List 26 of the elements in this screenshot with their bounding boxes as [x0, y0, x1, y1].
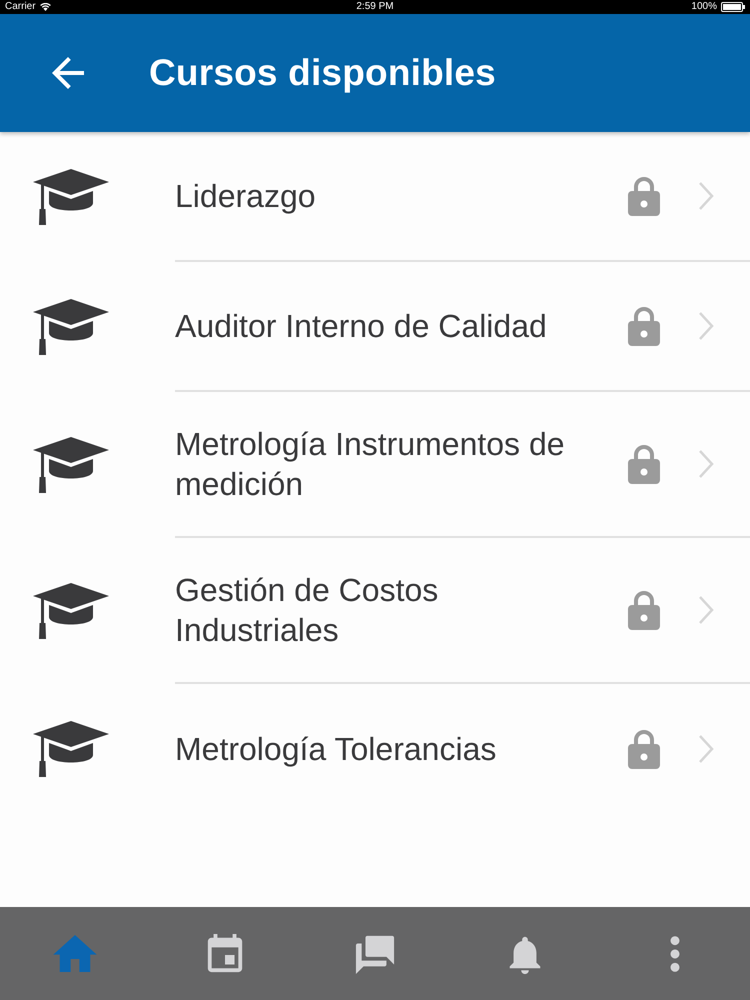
- back-button[interactable]: [50, 57, 85, 89]
- course-title: Auditor Interno de Calidad: [175, 307, 548, 346]
- home-icon: [53, 935, 97, 972]
- graduation-cap-icon: [33, 437, 109, 493]
- page-title: Cursos disponibles: [149, 52, 496, 94]
- back-arrow-icon: [50, 57, 84, 89]
- chevron-right-icon: [698, 734, 714, 764]
- battery-percent: 100%: [691, 1, 717, 13]
- graduation-cap-icon: [33, 169, 109, 225]
- chat-bubbles-icon: [353, 934, 397, 974]
- course-title: Liderazgo: [175, 177, 317, 216]
- graduation-cap-icon: [33, 299, 109, 355]
- chevron-right-icon: [698, 595, 714, 625]
- chevron-right-icon: [698, 449, 714, 479]
- clock-time: 2:59 PM: [356, 1, 394, 13]
- graduation-cap-icon: [33, 721, 109, 777]
- graduation-cap-icon: [33, 583, 109, 639]
- chevron-right-icon: [698, 311, 714, 341]
- course-title: Metrología Instrumentos de medición: [175, 425, 566, 504]
- battery-icon: [721, 2, 745, 12]
- course-title: Metrología Tolerancias: [175, 730, 498, 769]
- more-icon: [668, 934, 682, 974]
- course-title: Gestión de Costos Industriales: [175, 571, 440, 650]
- wifi-icon: [40, 3, 51, 11]
- carrier-label: Carrier: [5, 1, 36, 13]
- chevron-right-icon: [698, 181, 714, 211]
